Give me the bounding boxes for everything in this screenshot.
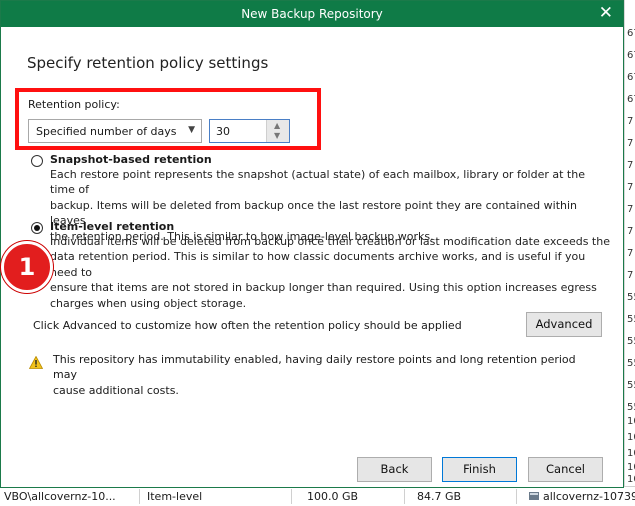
background-cell: 10 — [627, 416, 635, 427]
retention-type: Item-level — [147, 490, 203, 503]
item-level-retention-description: Individual items will be deleted from ba… — [50, 234, 610, 311]
new-backup-repository-dialog: New Backup Repository ✕ Specify retentio… — [0, 0, 624, 488]
background-cell: 55 — [627, 358, 635, 369]
chevron-down-icon[interactable]: ▼ — [274, 131, 280, 140]
background-cell: 7 — [627, 204, 634, 215]
free-space-value: 84.7 GB — [417, 490, 462, 503]
storage-icon — [529, 492, 539, 500]
background-table-row[interactable]: VBO\allcovernz-10... Item-level 100.0 GB… — [0, 486, 635, 506]
background-cell: 67 — [627, 94, 635, 105]
column-divider — [139, 489, 140, 504]
background-cell: 55 — [627, 314, 635, 325]
background-cell: 55 — [627, 380, 635, 391]
snapshot-retention-title[interactable]: Snapshot-based retention — [50, 153, 212, 166]
page-title: Specify retention policy settings — [27, 54, 269, 72]
retention-type-value: Specified number of days — [36, 125, 177, 138]
retention-policy-label: Retention policy: — [28, 98, 120, 111]
back-button[interactable]: Back — [357, 457, 432, 482]
title-bar[interactable]: New Backup Repository ✕ — [1, 1, 623, 27]
background-cell: 67 — [627, 28, 635, 39]
column-divider — [291, 489, 292, 504]
spinner-buttons: ▲ ▼ — [266, 120, 289, 142]
background-cell: 10 — [627, 462, 635, 473]
description-line: data retention period. This is similar t… — [50, 250, 586, 279]
background-cell: 7 — [627, 116, 634, 127]
background-cell: 7 — [627, 138, 634, 149]
step-number-badge: 1 — [1, 241, 53, 293]
warning-icon — [29, 356, 43, 369]
immutability-warning: This repository has immutability enabled… — [53, 352, 593, 398]
dialog-title: New Backup Repository — [241, 7, 383, 21]
finish-button[interactable]: Finish — [442, 457, 517, 482]
retention-type-dropdown[interactable]: Specified number of days ▼ — [28, 119, 202, 143]
background-cell: 55 — [627, 336, 635, 347]
background-cell: 7 — [627, 270, 634, 281]
chevron-up-icon[interactable]: ▲ — [274, 121, 280, 130]
background-cell: 10 — [627, 448, 635, 459]
column-divider — [404, 489, 405, 504]
chevron-down-icon: ▼ — [188, 125, 195, 135]
description-line: Each restore point represents the snapsh… — [50, 168, 585, 197]
background-cell: 67 — [627, 50, 635, 61]
background-cell: 55 — [627, 292, 635, 303]
capacity-value: 100.0 GB — [307, 490, 359, 503]
object-storage-name: allcovernz-10739 — [543, 490, 635, 503]
background-cell: 10 — [627, 474, 635, 485]
background-cell: 67 — [627, 72, 635, 83]
warning-line: cause additional costs. — [53, 383, 179, 397]
background-cell: 7 — [627, 182, 634, 193]
description-line: charges when using object storage. — [50, 296, 247, 310]
background-cell: 7 — [627, 248, 634, 259]
item-level-retention-radio[interactable] — [31, 222, 43, 234]
retention-days-input[interactable]: 30 ▲ ▼ — [209, 119, 290, 143]
advanced-button[interactable]: Advanced — [526, 312, 602, 337]
item-level-retention-title[interactable]: Item-level retention — [50, 220, 174, 233]
advanced-hint-text: Click Advanced to customize how often th… — [33, 319, 462, 332]
background-cell: 10 — [627, 432, 635, 443]
close-icon[interactable]: ✕ — [599, 3, 613, 23]
description-line: Individual items will be deleted from ba… — [50, 235, 610, 248]
snapshot-retention-radio[interactable] — [31, 155, 43, 167]
description-line: ensure that items are not stored in back… — [50, 281, 597, 295]
retention-days-value: 30 — [216, 125, 230, 138]
background-cell: 7 — [627, 160, 634, 171]
background-cell: 7 — [627, 226, 634, 237]
column-divider — [516, 489, 517, 504]
background-cell: 55 — [627, 402, 635, 413]
warning-line: This repository has immutability enabled… — [53, 353, 576, 382]
background-list-column: 67 67 67 67 7 7 7 7 7 7 7 7 55 55 55 55 … — [624, 0, 635, 505]
repository-path: VBO\allcovernz-10... — [4, 490, 116, 503]
cancel-button[interactable]: Cancel — [528, 457, 603, 482]
